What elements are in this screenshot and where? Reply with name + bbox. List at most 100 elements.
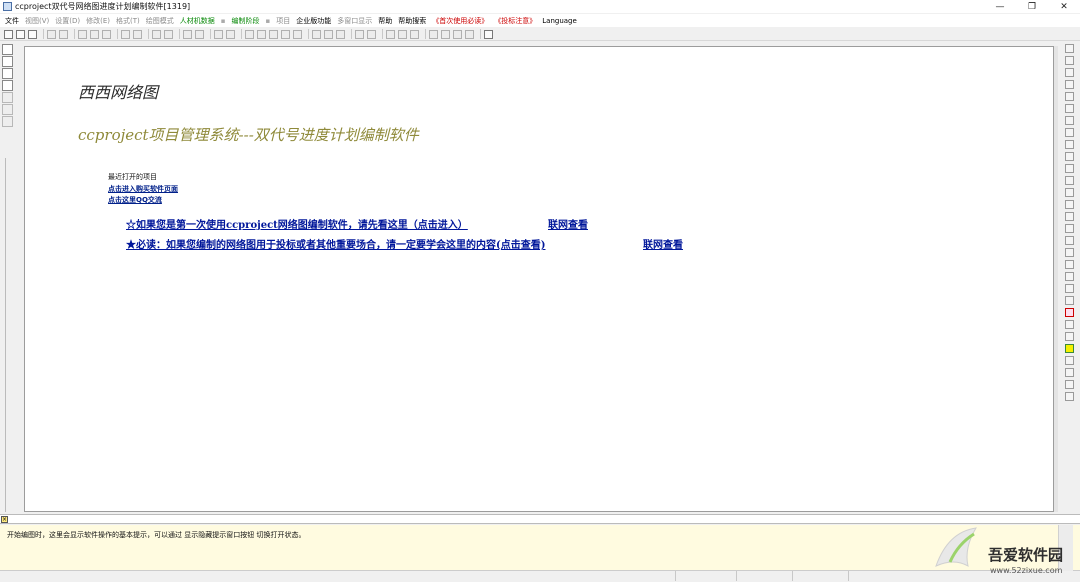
pointer-icon[interactable] xyxy=(1064,44,1074,53)
hint-scrollbar[interactable] xyxy=(1058,525,1073,571)
resource-chart-icon[interactable] xyxy=(398,29,407,39)
maximize-button[interactable]: ❐ xyxy=(1016,0,1048,13)
spacing-icon[interactable] xyxy=(367,29,376,39)
qq-contact-link[interactable]: 点击这里QQ交流 xyxy=(108,195,162,205)
paste-icon[interactable] xyxy=(164,29,173,39)
replace-icon[interactable] xyxy=(195,29,204,39)
menu-file[interactable]: 文件 xyxy=(5,16,19,26)
text-tool-icon[interactable] xyxy=(293,29,302,39)
arrow-style-icon[interactable] xyxy=(90,29,99,39)
distribute-icon[interactable] xyxy=(355,29,364,39)
menu-first-use[interactable]: 《首次使用必读》 xyxy=(432,16,488,26)
menu-stage[interactable]: 编制阶段 xyxy=(232,16,260,26)
menu-enterprise[interactable]: 企业版功能 xyxy=(296,16,331,26)
menu-bid-notes[interactable]: 《投标注意》 xyxy=(494,16,536,26)
save-icon[interactable] xyxy=(28,29,37,39)
collapse-icon[interactable] xyxy=(1064,392,1074,401)
hint-panel-header: × xyxy=(0,514,1080,524)
grid-icon[interactable] xyxy=(2,80,13,91)
expand-icon[interactable] xyxy=(1064,368,1074,377)
pencil-icon[interactable] xyxy=(1064,104,1074,113)
minimize-button[interactable]: — xyxy=(984,0,1016,13)
stop-icon[interactable] xyxy=(1064,308,1074,317)
box-icon[interactable] xyxy=(1064,140,1074,149)
move-icon[interactable] xyxy=(1064,80,1074,89)
menu-draw-mode[interactable]: 绘图模式 xyxy=(146,16,174,26)
search-icon[interactable] xyxy=(2,104,13,115)
node-icon[interactable] xyxy=(245,29,254,39)
menu-resources[interactable]: 人材机数据 xyxy=(180,16,215,26)
export-icon[interactable] xyxy=(484,29,493,39)
line-style-icon[interactable] xyxy=(78,29,87,39)
select-icon[interactable] xyxy=(1064,56,1074,65)
dummy-work-icon[interactable] xyxy=(269,29,278,39)
arrow-icon[interactable] xyxy=(257,29,266,39)
refresh-icon[interactable] xyxy=(121,29,130,39)
find-icon[interactable] xyxy=(183,29,192,39)
buy-software-link[interactable]: 点击进入购买软件页面 xyxy=(108,184,178,194)
close-panel-icon[interactable]: × xyxy=(1,516,8,523)
eraser-icon[interactable] xyxy=(1064,128,1074,137)
list-icon[interactable] xyxy=(1064,356,1074,365)
zoom-icon[interactable] xyxy=(441,29,450,39)
link-icon[interactable] xyxy=(1064,200,1074,209)
check-icon[interactable] xyxy=(133,29,142,39)
target-icon[interactable] xyxy=(1064,284,1074,293)
edit-table-icon[interactable] xyxy=(410,29,419,39)
brush-icon[interactable] xyxy=(1064,116,1074,125)
bulb-icon[interactable] xyxy=(465,29,474,39)
panel-icon[interactable] xyxy=(1064,380,1074,389)
column-icon[interactable] xyxy=(2,68,13,79)
arrow-tool-icon[interactable] xyxy=(1064,68,1074,77)
chart-icon[interactable] xyxy=(386,29,395,39)
layer-icon[interactable] xyxy=(453,29,462,39)
note-icon[interactable] xyxy=(1064,152,1074,161)
line-tool-icon[interactable] xyxy=(281,29,290,39)
copy-icon[interactable] xyxy=(152,29,161,39)
align-left-icon[interactable] xyxy=(312,29,321,39)
tag-icon[interactable] xyxy=(1064,212,1074,221)
menu-project[interactable]: 项目 xyxy=(276,16,290,26)
menu-help[interactable]: 帮助 xyxy=(378,16,392,26)
percent-icon[interactable] xyxy=(1064,320,1074,329)
must-read-online-link[interactable]: 联网查看 xyxy=(643,236,683,251)
zoom-out-icon[interactable] xyxy=(1064,272,1074,281)
menu-format[interactable]: 格式(T) xyxy=(116,16,140,26)
zoom-fit-icon[interactable] xyxy=(1064,296,1074,305)
undo-icon[interactable] xyxy=(214,29,223,39)
wave-line-icon[interactable] xyxy=(102,29,111,39)
eye-icon[interactable] xyxy=(1064,188,1074,197)
new-file-icon[interactable] xyxy=(4,29,13,39)
menu-view[interactable]: 视图(V) xyxy=(25,16,49,26)
menu-settings[interactable]: 设置(D) xyxy=(55,16,80,26)
table-view-icon[interactable] xyxy=(1064,332,1074,341)
redo-icon[interactable] xyxy=(226,29,235,39)
crop-icon[interactable] xyxy=(1064,236,1074,245)
window-icon[interactable] xyxy=(429,29,438,39)
curve-icon[interactable] xyxy=(1064,224,1074,233)
layout-icon[interactable] xyxy=(2,44,13,55)
close-button[interactable]: ✕ xyxy=(1048,0,1080,13)
align-center-icon[interactable] xyxy=(324,29,333,39)
menu-help-search[interactable]: 帮助搜索 xyxy=(398,16,426,26)
image-icon[interactable] xyxy=(1064,164,1074,173)
print-icon[interactable] xyxy=(47,29,56,39)
first-use-online-link[interactable]: 联网查看 xyxy=(548,216,588,231)
page-icon[interactable] xyxy=(2,116,13,127)
zoom-in-icon[interactable] xyxy=(1064,260,1074,269)
person-icon[interactable] xyxy=(1064,344,1074,353)
align-right-icon[interactable] xyxy=(336,29,345,39)
frame-icon[interactable] xyxy=(1064,176,1074,185)
row-icon[interactable] xyxy=(2,56,13,67)
table-icon[interactable] xyxy=(2,92,13,103)
print-preview-icon[interactable] xyxy=(59,29,68,39)
menu-edit[interactable]: 修改(E) xyxy=(86,16,110,26)
canvas-scrollbar[interactable] xyxy=(1054,46,1058,512)
menu-language[interactable]: Language xyxy=(542,17,577,25)
first-use-guide-link[interactable]: ☆如果您是第一次使用ccproject网络图编制软件，请先看这里（点击进入） xyxy=(126,216,468,231)
menu-multi-window[interactable]: 多窗口显示 xyxy=(337,16,372,26)
must-read-link[interactable]: ★必读：如果您编制的网络图用于投标或者其他重要场合，请一定要学会这里的内容(点击… xyxy=(126,236,545,251)
rotate-icon[interactable] xyxy=(1064,248,1074,257)
open-file-icon[interactable] xyxy=(16,29,25,39)
connect-icon[interactable] xyxy=(1064,92,1074,101)
